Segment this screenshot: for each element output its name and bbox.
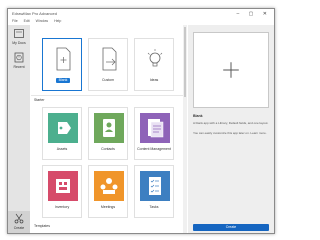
tile-inventory[interactable]: Inventory bbox=[42, 165, 82, 218]
sidebar-item-recent[interactable]: Recent bbox=[8, 52, 30, 69]
tile-label: Meetings bbox=[100, 205, 116, 209]
tile-label: Ideas bbox=[149, 78, 159, 82]
tile-tasks[interactable]: Tasks bbox=[134, 165, 174, 218]
divider bbox=[31, 95, 183, 96]
tile-label: Tasks bbox=[149, 205, 159, 209]
menu-help[interactable]: Help bbox=[54, 19, 61, 23]
tile-label: Content Management bbox=[137, 147, 171, 151]
app-window: EdrawMax Pro Advanced – ▢ ✕ File Edit Wi… bbox=[7, 8, 275, 234]
tag-icon bbox=[48, 113, 78, 143]
lightbulb-icon bbox=[147, 49, 163, 67]
gallery-scrollbar[interactable] bbox=[183, 25, 187, 233]
blank-document-icon bbox=[56, 47, 71, 71]
menu-file[interactable]: File bbox=[12, 19, 18, 23]
scrollbar-thumb[interactable] bbox=[184, 27, 186, 97]
custom-document-icon bbox=[102, 47, 117, 71]
clock-icon bbox=[14, 52, 24, 63]
sidebar-item-label: Recent bbox=[13, 65, 25, 69]
sidebar-item-create[interactable]: Create bbox=[8, 211, 30, 233]
tile-contacts[interactable]: Contacts bbox=[88, 107, 128, 160]
preview-description-more: You can easily customize this app later … bbox=[193, 131, 267, 135]
blank-preview-icon bbox=[223, 62, 239, 78]
tile-custom[interactable]: Custom bbox=[88, 38, 128, 91]
tile-label: Custom bbox=[101, 78, 115, 82]
window-title: EdrawMax Pro Advanced bbox=[12, 11, 57, 16]
tile-assets[interactable]: Assets bbox=[42, 107, 82, 160]
checklist-icon bbox=[140, 171, 170, 201]
tile-label: Assets bbox=[56, 147, 68, 151]
menu-window[interactable]: Window bbox=[36, 19, 48, 23]
preview-thumbnail bbox=[193, 32, 269, 108]
inventory-icon bbox=[48, 171, 78, 201]
tile-label: Contacts bbox=[101, 147, 115, 151]
menu-bar: File Edit Window Help bbox=[8, 18, 274, 25]
create-button[interactable]: Create bbox=[193, 224, 269, 231]
preview-description: A blank app with a Library, Default fiel… bbox=[193, 121, 269, 125]
preview-panel: Blank A blank app with a Library, Defaul… bbox=[188, 25, 274, 233]
tile-meetings[interactable]: Meetings bbox=[88, 165, 128, 218]
content-list-icon bbox=[140, 113, 170, 143]
tile-label: Blank bbox=[56, 78, 70, 83]
scissors-icon bbox=[14, 213, 24, 224]
section-templates-title: Templates bbox=[34, 224, 50, 228]
preview-title: Blank bbox=[193, 114, 203, 118]
tile-content-management[interactable]: Content Management bbox=[134, 107, 174, 160]
sidebar-item-label: Create bbox=[13, 226, 25, 230]
section-starter-title: Starter bbox=[34, 98, 45, 102]
title-bar: EdrawMax Pro Advanced – ▢ ✕ bbox=[8, 9, 274, 18]
meeting-icon bbox=[94, 171, 124, 201]
tile-ideas[interactable]: Ideas bbox=[134, 38, 174, 91]
contact-card-icon bbox=[94, 113, 124, 143]
menu-edit[interactable]: Edit bbox=[24, 19, 30, 23]
tile-label: Inventory bbox=[54, 205, 70, 209]
folder-icon bbox=[14, 29, 24, 38]
tile-blank[interactable]: Blank bbox=[42, 38, 82, 91]
template-gallery: Blank Custom Ideas Starter Assets Contac… bbox=[31, 25, 183, 233]
sidebar-item-label: My Docs bbox=[12, 41, 26, 45]
sidebar-item-my-docs[interactable]: My Docs bbox=[8, 28, 30, 45]
sidebar: My Docs Recent Create bbox=[8, 25, 30, 233]
